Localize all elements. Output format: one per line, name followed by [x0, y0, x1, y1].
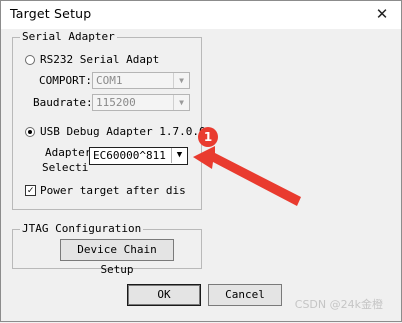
ok-button[interactable]: OK [127, 284, 201, 306]
baudrate-select[interactable]: 115200 ▼ [92, 94, 190, 111]
baudrate-value: 115200 [96, 96, 136, 109]
annotation-badge: 1 [198, 127, 218, 147]
chevron-down-icon[interactable]: ▼ [173, 95, 189, 110]
comport-label: COMPORT: [39, 74, 92, 87]
device-chain-setup-button[interactable]: Device Chain Setup [60, 239, 174, 276]
comport-value: COM1 [96, 74, 123, 87]
comport-select[interactable]: COM1 ▼ [92, 72, 190, 89]
adapter-select[interactable]: EC60000^811 ▼ [89, 147, 188, 165]
usb-debug-label[interactable]: USB Debug Adapter 1.7.0.0 [40, 125, 206, 138]
close-button[interactable]: ✕ [371, 4, 393, 24]
usb-debug-radio[interactable] [25, 127, 35, 137]
adapter-selection-label-line2: Selection [42, 161, 89, 174]
cancel-button[interactable]: Cancel [208, 284, 282, 306]
title-bar: Target Setup ✕ [1, 1, 401, 29]
jtag-configuration-group-title: JTAG Configuration [20, 222, 144, 235]
power-target-checkbox[interactable]: ✓ [25, 185, 36, 196]
serial-adapter-group-title: Serial Adapter [20, 30, 117, 43]
power-target-label[interactable]: Power target after disco [40, 184, 186, 197]
rs232-radio[interactable] [25, 55, 35, 65]
adapter-selection-label-line1: Adapter [45, 146, 89, 159]
dialog-title: Target Setup [10, 6, 92, 21]
target-setup-dialog: Target Setup ✕ Serial Adapter RS232 Seri… [0, 0, 402, 322]
adapter-value: EC60000^811 [93, 149, 166, 162]
rs232-label[interactable]: RS232 Serial Adapt [40, 53, 159, 66]
chevron-down-icon[interactable]: ▼ [171, 148, 187, 163]
watermark-text: CSDN @24k金橙 [294, 298, 383, 311]
baudrate-label: Baudrate: [33, 96, 93, 109]
chevron-down-icon[interactable]: ▼ [173, 73, 189, 88]
